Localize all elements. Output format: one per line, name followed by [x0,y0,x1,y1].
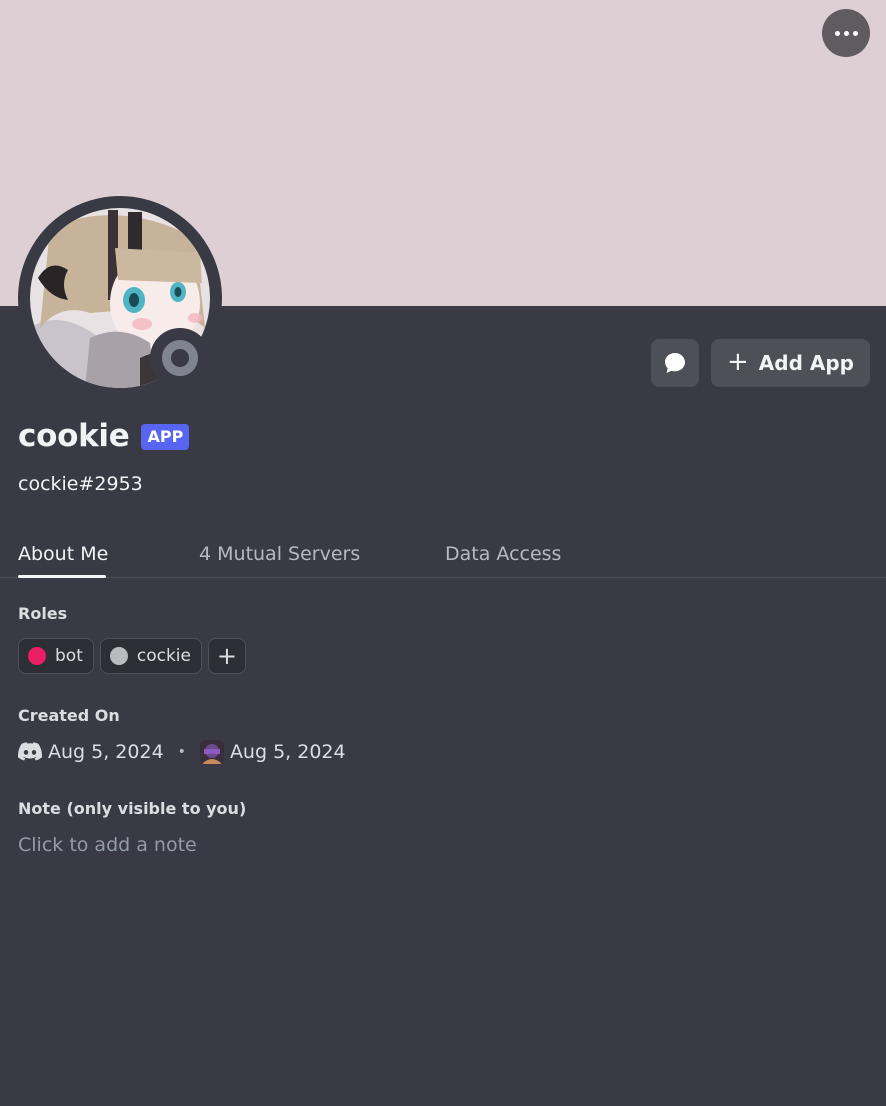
created-dates: Aug 5, 2024 • Aug 5, 2024 [18,740,346,764]
active-tab-indicator [18,575,106,578]
add-role-button[interactable]: + [207,638,246,674]
tab-about-me[interactable]: About Me [18,543,108,565]
plus-icon: + [216,642,238,670]
username: cockie#2953 [18,473,143,495]
role-chip-cockie[interactable]: cockie [99,638,202,674]
profile-tabs: About Me 4 Mutual Servers Data Access [0,533,886,578]
profile-panel: + Add App cookie APP cockie#2953 About M… [0,0,886,1106]
role-color-dot [109,647,128,665]
message-button[interactable] [651,339,699,387]
avatar[interactable] [18,196,222,400]
offline-status-icon [162,340,198,376]
server-icon [199,740,224,764]
chat-bubble-icon [665,353,685,373]
role-color-dot [28,647,46,665]
roles-title: Roles [18,604,68,623]
created-on-title: Created On [18,706,120,725]
server-join-date: Aug 5, 2024 [229,741,346,763]
note-title: Note (only visible to you) [18,799,247,818]
roles-list: bot cockie + [18,638,246,674]
display-name: cookie [18,418,130,454]
add-app-button[interactable]: + Add App [711,339,870,387]
role-name: bot [55,646,83,666]
status-indicator [150,328,210,388]
note-input[interactable]: Click to add a note [18,834,197,856]
role-name: cockie [136,646,191,666]
tab-data-access[interactable]: Data Access [445,543,561,565]
separator-dot: • [177,744,186,760]
app-badge: APP [141,424,190,450]
name-row: cookie APP [18,418,190,454]
add-app-label: Add App [758,351,854,375]
discord-join-date: Aug 5, 2024 [48,741,164,763]
discord-logo-icon [18,742,42,762]
tab-mutual-servers[interactable]: 4 Mutual Servers [199,543,360,565]
role-chip-bot[interactable]: bot [18,638,94,674]
more-horizontal-icon [834,30,840,36]
plus-icon: + [727,347,749,377]
more-options-button[interactable] [822,9,870,57]
